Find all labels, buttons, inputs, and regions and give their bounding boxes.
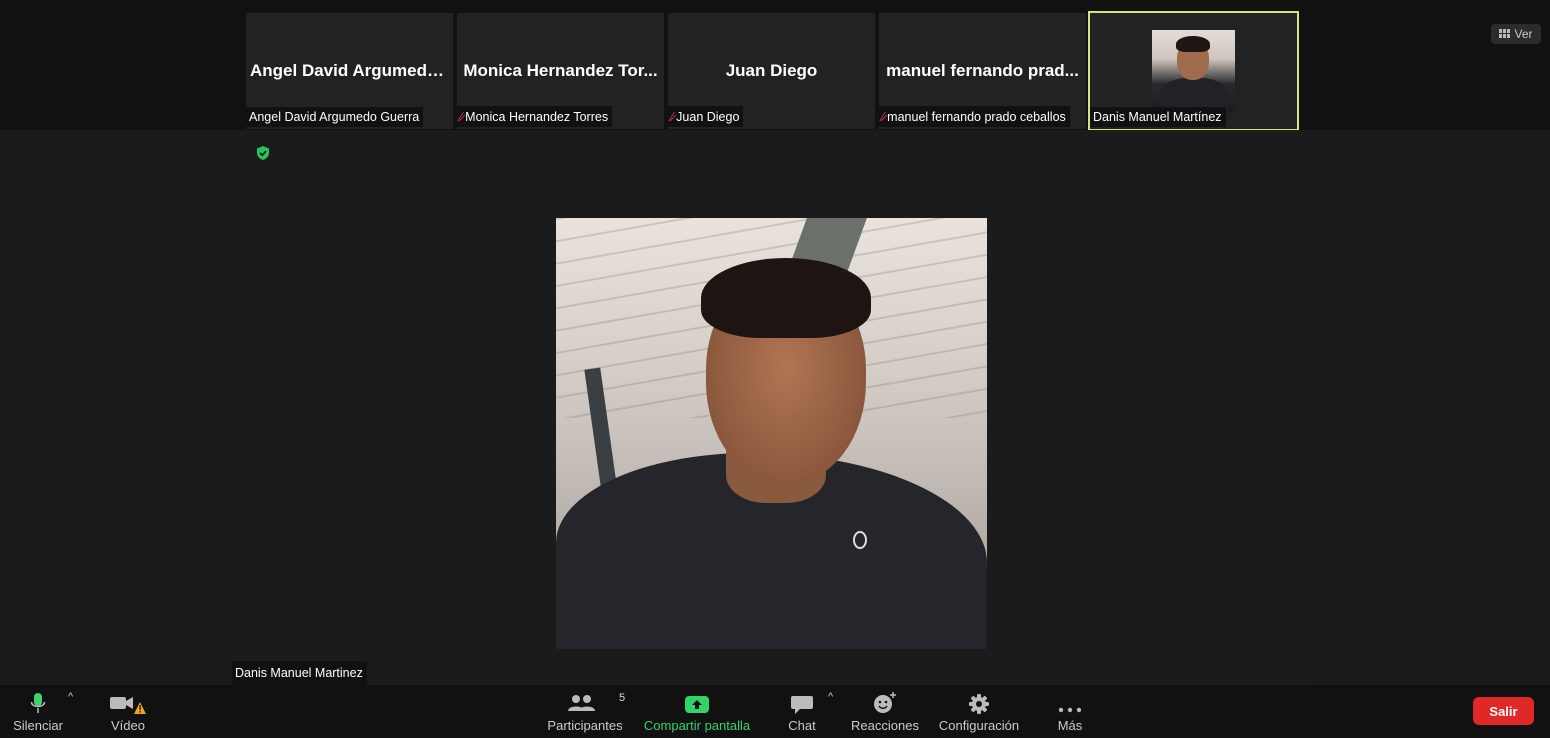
participant-display-name: manuel fernando prad...: [886, 61, 1079, 80]
participant-name-tag: ⁄̷ Juan Diego: [668, 106, 744, 127]
participant-name-text: Angel David Argumedo Guerra: [249, 110, 420, 124]
video-camera-icon: [110, 697, 146, 714]
participant-tile-juan[interactable]: Juan Diego ⁄̷ Juan Diego: [668, 13, 875, 129]
leave-meeting-button[interactable]: Salir: [1473, 697, 1534, 725]
mic-muted-icon: ⁄̷: [882, 109, 885, 124]
chat-button[interactable]: Chat: [782, 685, 822, 738]
mic-muted-icon: ⁄̷: [671, 109, 674, 124]
mute-button[interactable]: Silenciar: [8, 685, 68, 738]
grid-icon: [1499, 29, 1511, 38]
chat-bubble-icon: [791, 696, 813, 714]
participant-name-tag: Angel David Argumedo Guerra: [246, 107, 424, 127]
participant-tile-angel[interactable]: Angel David Argumedo... Angel David Argu…: [246, 13, 453, 129]
participant-name-text: Juan Diego: [676, 110, 740, 124]
mute-options-caret-icon[interactable]: ^: [68, 691, 73, 703]
participant-name-tag: Danis Manuel Martínez: [1090, 107, 1226, 127]
view-button-label: Ver: [1514, 27, 1533, 41]
view-button[interactable]: Ver: [1491, 24, 1541, 44]
more-button[interactable]: Más: [1050, 685, 1090, 738]
share-screen-button[interactable]: Compartir pantalla: [641, 685, 753, 738]
participant-tile-manuel[interactable]: manuel fernando prad... ⁄̷ manuel fernand…: [879, 13, 1086, 129]
video-button[interactable]: Vídeo: [100, 685, 156, 738]
participant-name-tag: ⁄̷ Monica Hernandez Torres: [457, 106, 613, 127]
mute-label: Silenciar: [13, 718, 63, 733]
share-screen-label: Compartir pantalla: [643, 718, 751, 733]
video-label: Vídeo: [111, 718, 145, 733]
active-speaker-video: [556, 218, 987, 649]
reactions-emoji-icon: [874, 692, 896, 713]
chat-label: Chat: [788, 718, 816, 733]
participants-icon: [568, 695, 595, 711]
participant-video-thumbnail: [1152, 30, 1235, 118]
participant-tile-monica[interactable]: Monica Hernandez Tor... ⁄̷ Monica Hernand…: [457, 13, 664, 129]
participant-display-name: Monica Hernandez Tor...: [463, 61, 658, 80]
active-speaker-name-tag: Danis Manuel Martinez: [232, 661, 367, 686]
gear-icon: [969, 694, 989, 714]
participants-count-badge: 5: [619, 692, 626, 704]
settings-button[interactable]: Configuración: [936, 685, 1022, 738]
more-label: Más: [1057, 718, 1083, 733]
participants-label: Participantes: [547, 718, 623, 733]
chat-options-caret-icon[interactable]: ^: [828, 691, 833, 703]
participant-name-tag: ⁄̷ manuel fernando prado ceballos: [879, 106, 1070, 127]
reactions-button[interactable]: Reacciones: [850, 685, 920, 738]
participant-name-text: Monica Hernandez Torres: [465, 110, 609, 124]
participant-name-text: Danis Manuel Martínez: [1093, 110, 1222, 124]
participant-strip: Angel David Argumedo... Angel David Argu…: [0, 0, 1550, 131]
mic-muted-icon: ⁄̷: [460, 109, 463, 124]
share-screen-icon: [685, 696, 709, 713]
participant-name-text: manuel fernando prado ceballos: [887, 110, 1066, 124]
participant-display-name: Angel David Argumedo...: [250, 61, 452, 80]
more-dots-icon: [1058, 707, 1082, 713]
participant-tile-danis[interactable]: Danis Manuel Martínez: [1088, 11, 1299, 131]
microphone-icon: [30, 693, 46, 713]
participants-button[interactable]: 5 Participantes: [543, 685, 627, 738]
participant-display-name: Juan Diego: [725, 61, 818, 80]
encryption-shield-icon[interactable]: [255, 145, 271, 161]
reactions-label: Reacciones: [851, 718, 919, 733]
meeting-toolbar: Silenciar ^ Vídeo 5 Participantes Compar…: [0, 685, 1550, 738]
settings-label: Configuración: [938, 718, 1020, 733]
